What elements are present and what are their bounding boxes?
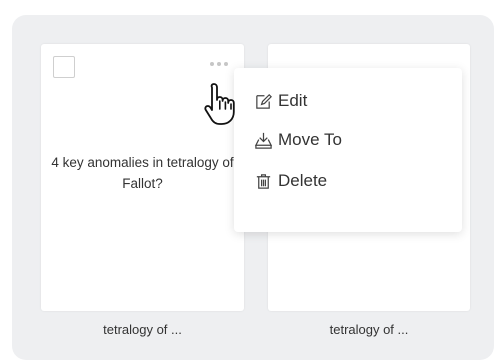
card-caption-1: tetralogy of ... [103,322,182,337]
card-caption-2: tetralogy of ... [329,322,409,337]
delete-menu-item[interactable]: Delete [254,171,327,191]
hand-pointer-cursor-icon [204,83,235,125]
edit-menu-item[interactable]: Edit [254,91,307,111]
select-checkbox[interactable] [53,56,75,78]
context-menu: Edit Move To Delete [234,68,462,232]
edit-label: Edit [278,91,308,110]
move-to-label: Move To [278,130,342,149]
edit-pencil-icon [256,93,272,109]
move-to-icon [254,132,273,149]
card-question: 4 key anomalies in tetralogy of Fallot? [51,155,234,191]
move-to-menu-item[interactable]: Move To [254,130,342,150]
more-options-icon[interactable] [206,59,232,69]
delete-label: Delete [278,171,328,190]
trash-icon [256,173,271,189]
